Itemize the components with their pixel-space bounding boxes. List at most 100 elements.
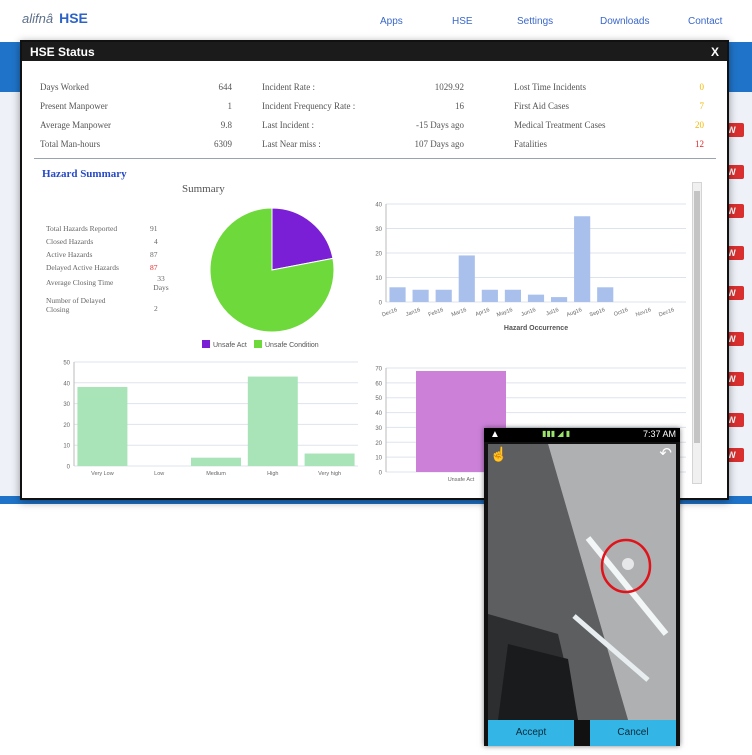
bar: [435, 289, 452, 302]
x-tick-label: Jun16: [521, 307, 537, 318]
y-tick-label: 0: [379, 301, 383, 307]
hazard-stat-label: Number of Delayed Closing: [46, 296, 106, 314]
logo-brand: alifnâ: [22, 11, 54, 26]
legend-swatch: [254, 340, 262, 348]
y-tick-label: 20: [63, 423, 70, 429]
y-tick-label: 10: [63, 444, 70, 450]
bar: [77, 386, 128, 466]
stat-value: 9.8: [220, 120, 232, 130]
x-tick-label: Sep16: [589, 307, 606, 318]
x-tick-label: Feb16: [428, 307, 445, 318]
stat-value: 1: [227, 101, 233, 111]
bar: [389, 287, 406, 302]
bar: [191, 457, 241, 466]
stat-label: Incident Frequency Rate :: [262, 101, 356, 111]
x-tick-label: Very high: [318, 471, 341, 477]
x-tick-label: Oct16: [613, 307, 629, 318]
y-tick-label: 40: [63, 381, 70, 387]
stat-value: 644: [218, 82, 233, 92]
modal-scrollbar[interactable]: [692, 182, 702, 484]
modal-title: HSE Status: [30, 44, 95, 59]
bar: [458, 255, 475, 302]
nav-link-apps[interactable]: Apps: [380, 16, 403, 27]
stat-label: Incident Rate :: [262, 82, 315, 92]
hazard-stat-value: 87: [150, 263, 158, 272]
stat-value: 20: [695, 120, 704, 130]
section-divider: [34, 158, 716, 159]
stat-label: Last Near miss :: [262, 139, 321, 149]
hazard-stat-label: Total Hazards Reported: [46, 224, 118, 233]
legend-swatch: [202, 340, 210, 348]
stat-label: Average Manpower: [40, 120, 112, 130]
signal-icon: ▮▮▮ ◢ ▮: [542, 429, 571, 438]
x-tick-label: Unsafe Act: [448, 477, 475, 483]
hand-icon[interactable]: ☝: [490, 446, 507, 463]
y-tick-label: 40: [375, 203, 382, 209]
hazard-stat-label: Active Hazards: [46, 250, 93, 259]
hazard-occurrence-chart: 0 10 20 30 40 Dec16 Jan16 Feb16 Mar16 Apr16 May16 J…: [375, 203, 686, 332]
hazard-stat-value: 87: [150, 250, 158, 259]
x-tick-label: May16: [496, 307, 514, 318]
pie-chart: Unsafe Act Unsafe Condition: [202, 207, 335, 349]
y-tick-label: 30: [375, 426, 382, 432]
x-tick-label: Nov16: [635, 307, 652, 318]
warning-icon: ▲: [490, 429, 500, 440]
nav-link-downloads[interactable]: Downloads: [600, 16, 649, 27]
nav-link-settings[interactable]: Settings: [517, 16, 553, 27]
y-tick-label: 50: [375, 396, 382, 402]
stat-label: Lost Time Incidents: [514, 82, 587, 92]
x-tick-label: Low: [154, 471, 164, 477]
y-tick-label: 30: [63, 402, 70, 408]
stat-label: Present Manpower: [40, 101, 108, 111]
stat-label: First Aid Cases: [514, 101, 570, 111]
logo-product: HSE: [59, 10, 88, 26]
summary-chart-title: Summary: [182, 183, 225, 195]
bar: [412, 289, 429, 302]
close-button[interactable]: X: [711, 45, 719, 59]
stat-value: 107 Days ago: [414, 139, 465, 149]
stat-value: 6309: [214, 139, 232, 149]
x-tick-label: Apr16: [475, 307, 491, 318]
cancel-button[interactable]: Cancel: [590, 720, 676, 746]
hazard-stat-value: 91: [150, 224, 158, 233]
y-tick-label: 60: [375, 381, 382, 387]
accept-button[interactable]: Accept: [488, 720, 574, 746]
phone-time: 7:37 AM: [642, 429, 676, 439]
stat-value: 1029.92: [434, 82, 464, 92]
nav-link-contact[interactable]: Contact: [688, 16, 722, 27]
bar: [597, 287, 614, 302]
bar: [527, 294, 545, 302]
legend-label: Unsafe Condition: [265, 342, 319, 349]
x-tick-label: Dec16: [658, 307, 675, 318]
y-tick-label: 40: [375, 411, 382, 417]
x-tick-label: Jan16: [405, 307, 421, 318]
y-tick-label: 70: [375, 367, 382, 373]
stat-value: -15 Days ago: [416, 120, 464, 130]
stat-label: Medical Treatment Cases: [514, 120, 606, 130]
bar: [304, 453, 355, 466]
x-axis-title: Hazard Occurrence: [504, 325, 568, 332]
bar: [504, 289, 521, 302]
x-tick-label: Medium: [206, 471, 226, 477]
x-tick-label: Mar16: [451, 307, 468, 318]
stat-label: Last Incident :: [262, 120, 314, 130]
logo[interactable]: alifnâ HSE: [22, 10, 88, 26]
stat-value: 16: [455, 101, 464, 111]
y-tick-label: 0: [379, 471, 383, 477]
scrollbar-thumb[interactable]: [694, 191, 700, 443]
stat-label: Days Worked: [40, 82, 89, 92]
x-tick-label: Aug16: [566, 307, 583, 318]
severity-bar-chart: 0 10 20 30 40 50 Very Low Low Medium High Very hig…: [63, 361, 358, 477]
hazard-stat-value: 33 Days: [153, 274, 169, 292]
stat-label: Total Man-hours: [40, 139, 101, 149]
hazard-summary-title: Hazard Summary: [42, 168, 127, 180]
x-tick-label: Very Low: [91, 471, 114, 477]
y-tick-label: 50: [63, 361, 70, 367]
y-tick-label: 30: [375, 227, 382, 233]
hazard-stat-label: Delayed Active Hazards: [46, 263, 119, 272]
undo-icon[interactable]: ↶: [659, 444, 672, 462]
hazard-stat-value: 4: [154, 237, 158, 246]
y-tick-label: 10: [375, 276, 382, 282]
camera-photo: [488, 444, 676, 720]
nav-link-hse[interactable]: HSE: [452, 16, 473, 27]
